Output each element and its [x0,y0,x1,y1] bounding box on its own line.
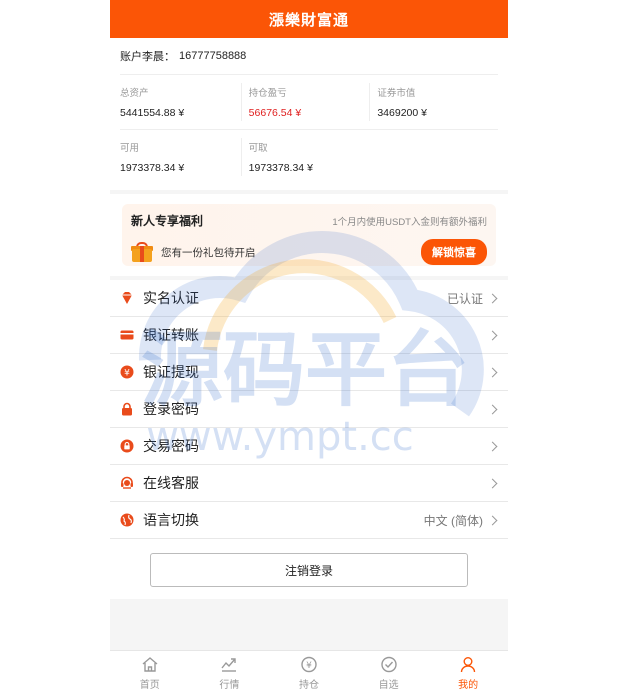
stat-withdrawable: 可取 1973378.34 ¥ [240,130,370,184]
stat-value: 56676.54 ¥ [248,107,302,119]
stats-row-2: 可用 1973378.34 ¥ 可取 1973378.34 ¥ [120,130,498,184]
chevron-right-icon [487,404,498,414]
position-icon: ¥ [301,656,317,673]
stat-value: 3469200 ¥ [377,107,427,119]
yen-icon: ¥ [120,365,134,379]
tab-watchlist[interactable]: 自选 [349,651,429,693]
logout-button[interactable]: 注销登录 [150,553,468,587]
unlock-button[interactable]: 解锁惊喜 [421,239,487,265]
welfare-note: 1个月内使用USDT入金则有额外福利 [332,216,487,228]
menu-item-customer-service[interactable]: 在线客服 [110,465,508,502]
app-header: 漲樂財富通 [110,0,508,38]
logout-section: 注销登录 [110,539,508,599]
welfare-card: 新人专享福利 1个月内使用USDT入金则有额外福利 您有一份礼包待开启 解锁惊喜 [122,204,496,266]
stat-title: 总资产 [120,88,149,99]
check-circle-icon [380,656,397,673]
menu-label: 在线客服 [143,475,199,491]
menu-value: 已认证 [446,291,483,306]
menu-item-bank-transfer[interactable]: 银证转账 [110,317,508,354]
user-icon [460,657,476,673]
welfare-section: 新人专享福利 1个月内使用USDT入金则有额外福利 您有一份礼包待开启 解锁惊喜 [110,194,508,276]
account-panel: 账户李晨： 16777758888 总资产 5441554.88 ¥ 持仓盈亏 … [110,38,508,190]
chevron-right-icon [487,293,498,303]
phone-screen: 漲樂財富通 账户李晨： 16777758888 总资产 5441554.88 ¥… [110,0,508,693]
account-number: 16777758888 [179,50,247,62]
account-label: 账户李晨： [120,51,175,63]
menu-label: 语言切换 [143,512,199,528]
account-row: 账户李晨： 16777758888 [120,38,498,75]
app-title: 漲樂財富通 [268,11,349,29]
chevron-right-icon [487,478,498,488]
stats-row-1: 总资产 5441554.88 ¥ 持仓盈亏 56676.54 ¥ 证券市值 34… [120,75,498,130]
chart-icon [221,658,237,672]
stat-value: 1973378.34 ¥ [120,162,185,174]
stat-title: 可用 [120,143,140,154]
menu-item-language[interactable]: 语言切换 中文 (简体) [110,502,508,539]
tab-label: 行情 [219,680,240,691]
svg-text:¥: ¥ [124,369,130,379]
stat-title: 持仓盈亏 [248,88,287,99]
bottom-tab-bar: 首页 行情 ¥ 持仓 自选 我的 [110,650,508,693]
stat-value: 5441554.88 ¥ [120,107,185,119]
lock-icon [120,402,134,416]
tab-label: 自选 [378,680,399,691]
menu-item-verification[interactable]: 实名认证 已认证 [110,280,508,317]
tab-label: 首页 [139,680,160,691]
globe-icon [120,513,134,527]
stat-position-pl: 持仓盈亏 56676.54 ¥ [240,75,370,129]
stat-market-value: 证券市值 3469200 ¥ [369,75,498,129]
home-icon [142,657,158,672]
menu-label: 交易密码 [143,438,199,454]
welfare-title: 新人专享福利 [131,214,204,228]
settings-menu: 实名认证 已认证 银证转账 ¥ 银证提现 登录密码 交易密码 在线客服 语言切换… [110,280,508,539]
stat-value: 1973378.34 ¥ [248,162,313,174]
tab-market[interactable]: 行情 [190,651,270,693]
tab-home[interactable]: 首页 [110,651,190,693]
gift-text: 您有一份礼包待开启 [161,246,256,259]
stat-available: 可用 1973378.34 ¥ [120,130,241,184]
menu-item-trade-password[interactable]: 交易密码 [110,428,508,465]
stat-total-assets: 总资产 5441554.88 ¥ [120,75,241,129]
tab-mine[interactable]: 我的 [428,651,508,693]
gift-icon [131,242,153,262]
menu-value: 中文 (简体) [423,513,483,528]
stat-title: 证券市值 [377,88,416,99]
card-icon [120,328,134,342]
menu-item-login-password[interactable]: 登录密码 [110,391,508,428]
menu-label: 银证提现 [143,364,199,380]
tab-label: 我的 [458,680,479,691]
diamond-icon [120,291,134,305]
chevron-right-icon [487,330,498,340]
tab-label: 持仓 [298,680,319,691]
tab-positions[interactable]: ¥ 持仓 [269,651,349,693]
svg-text:¥: ¥ [306,661,312,671]
headset-icon [120,476,134,490]
menu-label: 银证转账 [143,327,199,343]
chevron-right-icon [487,367,498,377]
menu-item-withdraw[interactable]: ¥ 银证提现 [110,354,508,391]
menu-label: 实名认证 [143,290,199,306]
chevron-right-icon [487,441,498,451]
lock-circle-icon [120,439,134,453]
stat-title: 可取 [248,143,268,154]
chevron-right-icon [487,515,498,525]
menu-label: 登录密码 [143,401,199,417]
